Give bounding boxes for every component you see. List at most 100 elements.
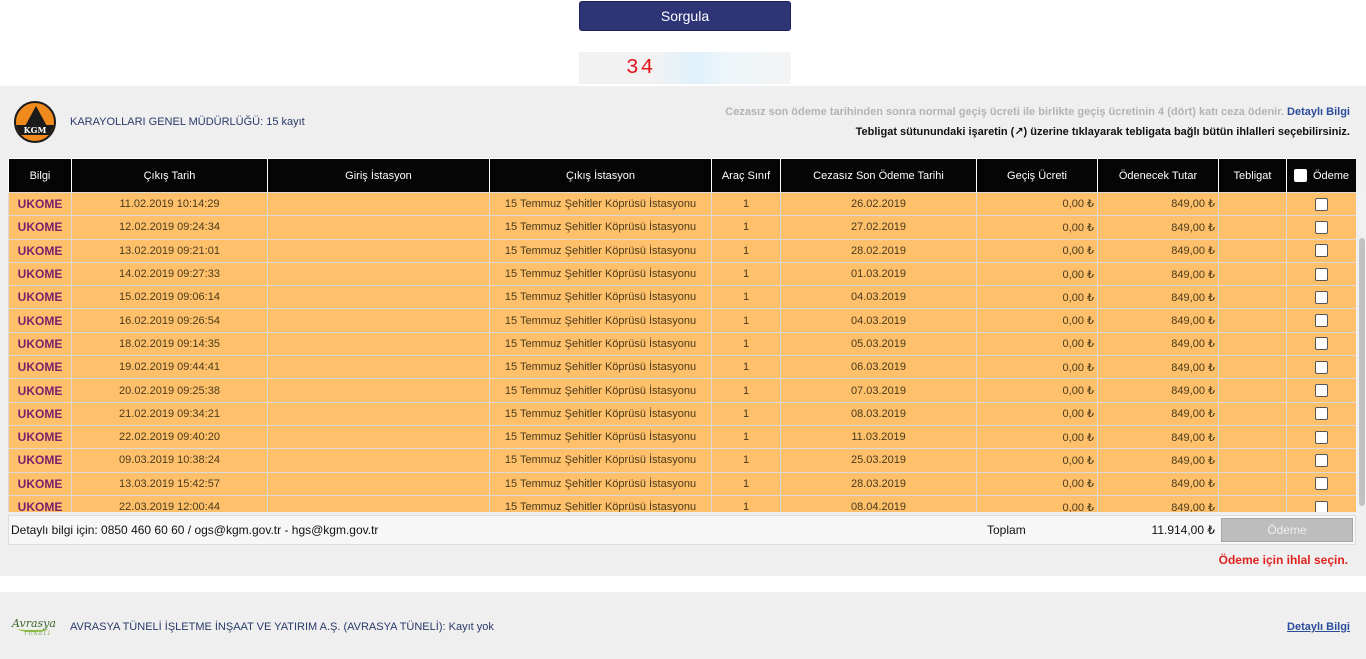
table-row[interactable]: UKOME 15.02.2019 09:06:14 15 Temmuz Şehitl…	[8, 285, 1356, 310]
cell-bilgi[interactable]: UKOME	[8, 424, 72, 450]
table-row[interactable]: UKOME 09.03.2019 10:38:24 15 Temmuz Şehitl…	[8, 448, 1356, 473]
row-select-checkbox[interactable]	[1315, 220, 1328, 234]
table-footer: Detaylı bilgi için: 0850 460 60 60 / ogs…	[8, 515, 1356, 545]
cell-arac-sinif: 1	[711, 331, 781, 357]
table-row[interactable]: UKOME 18.02.2019 09:14:35 15 Temmuz Şehitl…	[8, 331, 1356, 357]
cell-giris-istasyon	[267, 471, 490, 496]
cell-odenecek-tutar: 849,00 ₺	[1097, 191, 1219, 217]
violations-table-wrapper[interactable]: Bilgi Çıkış Tarih Giriş İstasyon Çıkış İ…	[8, 158, 1356, 512]
row-select-checkbox[interactable]	[1315, 197, 1328, 211]
cell-cikis-tarih: 12.02.2019 09:24:34	[71, 215, 268, 240]
cell-bilgi[interactable]: UKOME	[8, 494, 72, 512]
cell-son-odeme: 04.03.2019	[780, 285, 977, 310]
cell-bilgi[interactable]: UKOME	[8, 238, 72, 263]
avrasya-title: AVRASYA TÜNELİ İŞLETME İNŞAAT VE YATIRIM…	[70, 621, 494, 633]
cell-bilgi[interactable]: UKOME	[8, 308, 72, 333]
table-row[interactable]: UKOME 14.02.2019 09:27:33 15 Temmuz Şehitl…	[8, 261, 1356, 287]
row-select-checkbox[interactable]	[1315, 244, 1328, 258]
cell-bilgi[interactable]: UKOME	[8, 191, 72, 217]
cell-son-odeme: 06.03.2019	[780, 355, 977, 380]
col-header-odeme-label: Ödeme	[1312, 169, 1350, 182]
table-row[interactable]: UKOME 11.02.2019 10:14:29 15 Temmuz Şehitl…	[8, 191, 1356, 217]
cell-cikis-istasyon: 15 Temmuz Şehitler Köprüsü İstasyonu	[489, 331, 712, 357]
cell-bilgi[interactable]: UKOME	[8, 471, 72, 496]
cell-bilgi[interactable]: UKOME	[8, 261, 72, 287]
cell-arac-sinif: 1	[711, 308, 781, 333]
cell-son-odeme: 08.03.2019	[780, 401, 977, 426]
cell-son-odeme: 05.03.2019	[780, 331, 977, 357]
row-select-checkbox[interactable]	[1315, 360, 1328, 374]
select-all-checkbox[interactable]	[1293, 169, 1307, 182]
cell-odenecek-tutar: 849,00 ₺	[1097, 261, 1219, 287]
cell-cikis-istasyon: 15 Temmuz Şehitler Köprüsü İstasyonu	[489, 378, 712, 403]
cell-arac-sinif: 1	[711, 285, 781, 310]
cell-bilgi[interactable]: UKOME	[8, 448, 72, 473]
cell-gecis-ucreti: 0,00 ₺	[976, 401, 1098, 426]
cell-cikis-istasyon: 15 Temmuz Şehitler Köprüsü İstasyonu	[489, 285, 712, 310]
cell-son-odeme: 26.02.2019	[780, 191, 977, 217]
row-select-checkbox[interactable]	[1315, 500, 1328, 512]
sorgula-button[interactable]: Sorgula	[579, 1, 791, 31]
col-header-tebligat: Tebligat	[1218, 158, 1287, 193]
table-row[interactable]: UKOME 13.02.2019 09:21:01 15 Temmuz Şehitl…	[8, 238, 1356, 263]
scrollbar-thumb[interactable]	[1359, 238, 1365, 506]
avrasya-title-text: AVRASYA TÜNELİ İŞLETME İNŞAAT VE YATIRIM…	[70, 621, 446, 633]
avrasya-detail-link[interactable]: Detaylı Bilgi	[1287, 621, 1350, 633]
row-select-checkbox[interactable]	[1315, 407, 1328, 421]
cell-tebligat	[1218, 331, 1287, 357]
row-select-checkbox[interactable]	[1315, 290, 1328, 304]
cell-odenecek-tutar: 849,00 ₺	[1097, 285, 1219, 310]
cell-son-odeme: 25.03.2019	[780, 448, 977, 473]
cell-tebligat	[1218, 261, 1287, 287]
cell-tebligat	[1218, 308, 1287, 333]
cell-son-odeme: 28.02.2019	[780, 238, 977, 263]
cell-bilgi[interactable]: UKOME	[8, 355, 72, 380]
cell-cikis-tarih: 22.02.2019 09:40:20	[71, 424, 268, 450]
cell-giris-istasyon	[267, 401, 490, 426]
cell-cikis-tarih: 11.02.2019 10:14:29	[71, 191, 268, 217]
cell-giris-istasyon	[267, 215, 490, 240]
cell-bilgi[interactable]: UKOME	[8, 331, 72, 357]
cell-bilgi[interactable]: UKOME	[8, 378, 72, 403]
kgm-logo-icon: KGM	[14, 101, 56, 143]
cell-cikis-istasyon: 15 Temmuz Şehitler Köprüsü İstasyonu	[489, 401, 712, 426]
cell-cikis-tarih: 13.02.2019 09:21:01	[71, 238, 268, 263]
table-row[interactable]: UKOME 12.02.2019 09:24:34 15 Temmuz Şehitl…	[8, 215, 1356, 240]
row-select-checkbox[interactable]	[1315, 267, 1328, 281]
col-header-gecis-ucreti: Geçiş Ücreti	[976, 158, 1098, 193]
cell-bilgi[interactable]: UKOME	[8, 285, 72, 310]
row-select-checkbox[interactable]	[1315, 430, 1328, 444]
table-row[interactable]: UKOME 13.03.2019 15:42:57 15 Temmuz Şehitl…	[8, 471, 1356, 496]
cell-giris-istasyon	[267, 378, 490, 403]
cell-giris-istasyon	[267, 355, 490, 380]
table-row[interactable]: UKOME 20.02.2019 09:25:38 15 Temmuz Şehitl…	[8, 378, 1356, 403]
row-select-checkbox[interactable]	[1315, 477, 1328, 491]
cell-odeme	[1286, 471, 1356, 496]
cell-bilgi[interactable]: UKOME	[8, 401, 72, 426]
row-select-checkbox[interactable]	[1315, 314, 1328, 328]
cell-cikis-tarih: 21.02.2019 09:34:21	[71, 401, 268, 426]
cell-cikis-tarih: 09.03.2019 10:38:24	[71, 448, 268, 473]
cell-giris-istasyon	[267, 331, 490, 357]
table-row[interactable]: UKOME 19.02.2019 09:44:41 15 Temmuz Şehitl…	[8, 355, 1356, 380]
cell-son-odeme: 04.03.2019	[780, 308, 977, 333]
cell-gecis-ucreti: 0,00 ₺	[976, 355, 1098, 380]
cell-odeme	[1286, 238, 1356, 263]
row-select-checkbox[interactable]	[1315, 453, 1328, 467]
cell-giris-istasyon	[267, 238, 490, 263]
kgm-logo-text: KGM	[16, 125, 54, 135]
row-select-checkbox[interactable]	[1315, 384, 1328, 398]
cell-gecis-ucreti: 0,00 ₺	[976, 424, 1098, 450]
table-row[interactable]: UKOME 16.02.2019 09:26:54 15 Temmuz Şehitl…	[8, 308, 1356, 333]
pay-button[interactable]: Ödeme	[1221, 518, 1353, 542]
table-scrollbar[interactable]	[1358, 192, 1366, 512]
table-row[interactable]: UKOME 21.02.2019 09:34:21 15 Temmuz Şehitl…	[8, 401, 1356, 426]
avrasya-logo-sub: TÜNELİ	[24, 631, 51, 637]
cell-bilgi[interactable]: UKOME	[8, 215, 72, 240]
table-row[interactable]: UKOME 22.02.2019 09:40:20 15 Temmuz Şehitl…	[8, 424, 1356, 450]
cell-odenecek-tutar: 849,00 ₺	[1097, 355, 1219, 380]
table-body: UKOME 11.02.2019 10:14:29 15 Temmuz Şehitl…	[8, 191, 1356, 512]
row-select-checkbox[interactable]	[1315, 337, 1328, 351]
table-row[interactable]: UKOME 22.03.2019 12:00:44 15 Temmuz Şehitl…	[8, 494, 1356, 512]
kgm-detail-link[interactable]: Detaylı Bilgi	[1287, 106, 1350, 118]
